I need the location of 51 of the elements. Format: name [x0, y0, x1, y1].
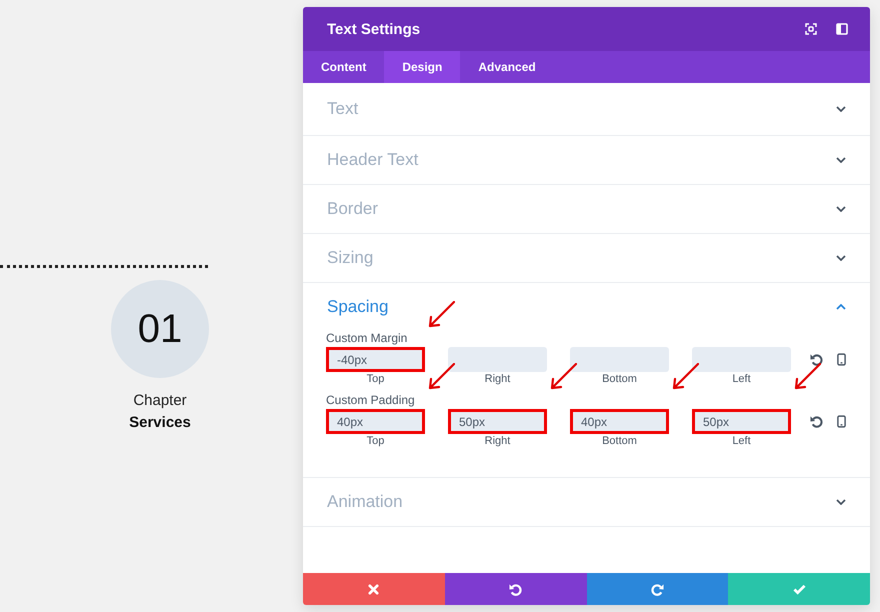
check-icon	[792, 584, 806, 594]
cancel-button[interactable]	[303, 573, 445, 605]
input-field[interactable]: 40px	[570, 409, 669, 434]
tab[interactable]: Content	[303, 51, 384, 83]
expand-icon[interactable]	[805, 23, 817, 35]
chevron-up-icon	[836, 304, 846, 310]
chapter-title: Services	[129, 414, 191, 431]
field-label: Bottom	[602, 435, 637, 447]
input-field[interactable]: -40px	[326, 347, 425, 372]
save-button[interactable]	[728, 573, 870, 605]
field-label: Top	[366, 373, 384, 385]
input-field[interactable]: 50px	[448, 409, 547, 434]
chevron-down-icon	[836, 106, 846, 112]
section-header[interactable]: Spacing	[303, 283, 870, 331]
field-label: Bottom	[602, 373, 637, 385]
chevron-down-icon	[836, 157, 846, 163]
panel-title: Text Settings	[327, 20, 422, 38]
redo-icon	[650, 582, 664, 596]
input-field[interactable]: 40px	[326, 409, 425, 434]
annotation-arrow	[793, 363, 821, 391]
group-label: Custom Margin	[326, 331, 408, 345]
input-field[interactable]	[570, 347, 669, 372]
field-label: Right	[484, 373, 510, 385]
close-icon	[368, 584, 380, 594]
sidebar-icon[interactable]	[836, 23, 848, 35]
field-label: Right	[484, 435, 510, 447]
mobile-icon[interactable]	[837, 415, 846, 428]
chevron-down-icon	[836, 499, 846, 505]
reset-icon[interactable]	[810, 415, 823, 428]
annotation-arrow	[427, 301, 455, 329]
field-label: Top	[366, 435, 384, 447]
field-label: Left	[732, 435, 751, 447]
annotation-arrow	[427, 363, 455, 391]
undo-button[interactable]	[444, 573, 586, 605]
tab[interactable]: Advanced	[460, 51, 554, 83]
tab[interactable]: Design	[384, 51, 460, 83]
annotation-arrow	[671, 363, 699, 391]
reset-icon[interactable]	[810, 353, 823, 366]
chevron-down-icon	[836, 255, 846, 261]
undo-icon	[509, 582, 522, 596]
chapter-number: 01	[111, 280, 209, 378]
mobile-icon[interactable]	[837, 353, 846, 366]
input-field[interactable]: 50px	[692, 409, 791, 434]
input-field[interactable]	[448, 347, 547, 372]
annotation-arrow	[549, 363, 577, 391]
chevron-down-icon	[836, 206, 846, 212]
chapter-caption: Chapter	[133, 392, 187, 409]
redo-button[interactable]	[586, 573, 728, 605]
field-label: Left	[732, 373, 751, 385]
input-field[interactable]	[692, 347, 791, 372]
group-label: Custom Padding	[326, 393, 416, 407]
